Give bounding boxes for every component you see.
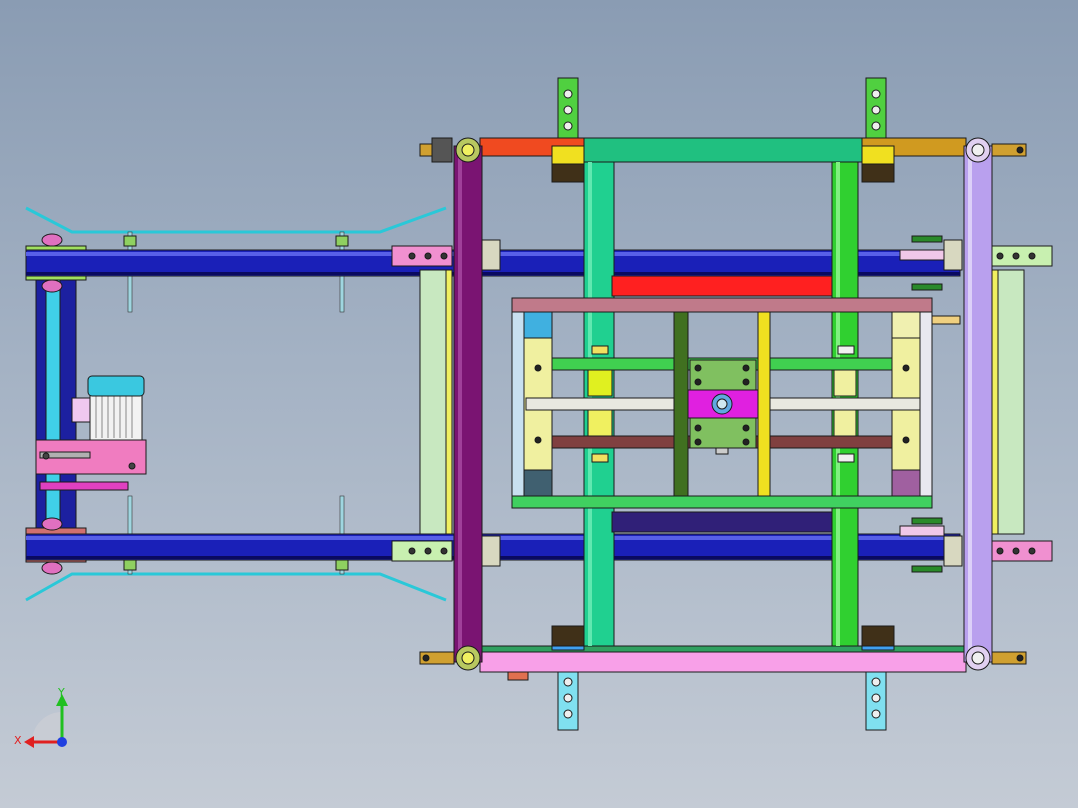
coordinate-triad: Y X <box>14 686 68 748</box>
bottom-navy-block <box>611 511 833 533</box>
frame-bottom-beam <box>479 651 967 673</box>
assembly-drawing: Y X <box>14 77 1053 748</box>
frame-top-beam-green <box>583 137 863 163</box>
cad-viewport[interactable]: Y X <box>0 0 1078 808</box>
x-axis-label: X <box>14 734 22 747</box>
inner-tray <box>511 297 933 509</box>
tray-top-bar <box>511 297 933 313</box>
wire-guard-bottom <box>25 572 447 602</box>
z-axis-dot <box>57 737 67 747</box>
top-red-block <box>611 275 833 297</box>
tray-bottom-bar <box>511 495 933 509</box>
wire-guard-top <box>25 206 447 234</box>
y-axis-label: Y <box>57 686 65 699</box>
motor-cap <box>87 375 145 397</box>
